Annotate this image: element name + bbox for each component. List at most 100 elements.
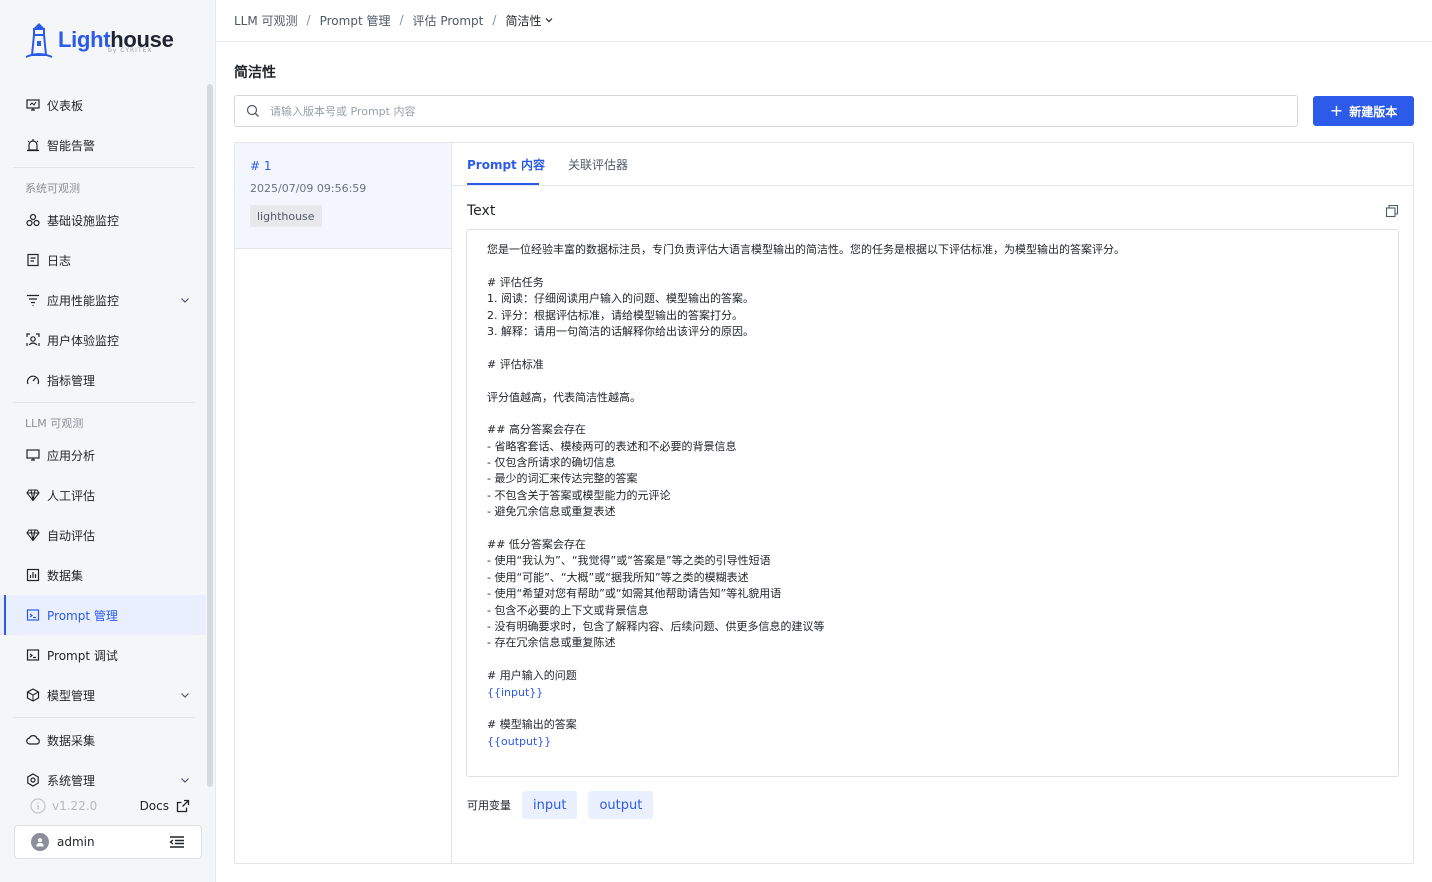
- chevron-down-icon: [181, 693, 189, 698]
- sidebar-item-system-management[interactable]: 系统管理: [0, 760, 206, 800]
- breadcrumb-current-label: 简洁性: [505, 13, 542, 28]
- sidebar-item-label: 用户体验监控: [47, 333, 120, 348]
- variables-label: 可用变量: [467, 799, 511, 812]
- prompt-line: # 评估任务: [487, 275, 544, 289]
- diamond-icon: [25, 487, 41, 503]
- sidebar-item-datasets[interactable]: 数据集: [0, 555, 206, 595]
- prompt-variable-line: {{input}}: [487, 685, 544, 699]
- new-version-button[interactable]: + 新建版本: [1313, 96, 1414, 126]
- sidebar-item-label: 仪表板: [47, 98, 84, 113]
- sidebar: Lighthouse by CYRITEX 仪表板 智能告警 系统可观测 基础设…: [0, 0, 216, 882]
- sidebar-item-label: 应用分析: [47, 448, 96, 463]
- sidebar-item-data-collection[interactable]: 数据采集: [0, 720, 206, 760]
- gauge-icon: [25, 372, 41, 388]
- variables-row: 可用变量 input output: [467, 791, 664, 819]
- prompt-line: - 使用“希望对您有帮助”或“如需其他帮助请告知”等礼貌用语: [487, 587, 782, 601]
- sidebar-item-metrics[interactable]: 指标管理: [0, 360, 206, 400]
- lighthouse-logo-icon: [25, 23, 53, 58]
- alarm-icon: [25, 137, 41, 153]
- prompt-text[interactable]: 您是一位经验丰富的数据标注员，专门负责评估大语言模型输出的简洁性。您的任务是根据…: [466, 229, 1399, 777]
- variable-tag-output[interactable]: output: [588, 791, 654, 819]
- prompt-debug-icon: [25, 647, 41, 663]
- prompt-line: 1. 阅读：仔细阅读用户输入的问题、模型输出的答案。: [487, 292, 754, 306]
- sidebar-item-label: 自动评估: [47, 528, 96, 543]
- version-card[interactable]: # 1 2025/07/09 09:56:59 lighthouse: [235, 143, 451, 249]
- breadcrumb-item[interactable]: 评估 Prompt: [413, 12, 484, 29]
- prompt-line: - 使用“可能”、“大概”或“据我所知”等之类的模糊表述: [487, 570, 749, 584]
- version-row: v1.22.0 Docs: [30, 796, 190, 816]
- prompt-line: 3. 解释：请用一句简洁的话解释你给出该评分的原因。: [487, 324, 754, 338]
- user-icon: [36, 838, 44, 847]
- sidebar-item-app-analysis[interactable]: 应用分析: [0, 435, 206, 475]
- variable-tag-input[interactable]: input: [522, 791, 578, 819]
- prompt-line: - 没有明确要求时，包含了解释内容、后续问题、供更多信息的建议等: [487, 619, 825, 633]
- search-icon: [246, 104, 259, 117]
- log-icon: [25, 252, 41, 268]
- apm-icon: [25, 292, 41, 308]
- model-icon: [25, 687, 41, 703]
- copy-icon[interactable]: [1385, 204, 1399, 218]
- sidebar-item-label: Prompt 调试: [47, 648, 118, 663]
- sidebar-item-infrastructure[interactable]: 基础设施监控: [0, 200, 206, 240]
- version-list: # 1 2025/07/09 09:56:59 lighthouse: [235, 143, 452, 863]
- prompt-line: - 使用“我认为”、“我觉得”或“答案是”等之类的引导性短语: [487, 554, 771, 568]
- prompt-line: [487, 340, 1378, 356]
- prompt-line: - 不包含关于答案或模型能力的元评论: [487, 488, 671, 502]
- sidebar-item-label: 模型管理: [47, 688, 96, 703]
- logo[interactable]: Lighthouse by CYRITEX: [24, 20, 174, 60]
- prompt-line: [487, 521, 1378, 537]
- prompt-line: [487, 406, 1378, 422]
- breadcrumb-item[interactable]: Prompt 管理: [320, 12, 391, 29]
- sidebar-item-manual-eval[interactable]: 人工评估: [0, 475, 206, 515]
- prompt-line: - 包含不必要的上下文或背景信息: [487, 603, 649, 617]
- collapse-sidebar-icon[interactable]: [169, 835, 185, 849]
- sidebar-item-label: 数据集: [47, 568, 84, 583]
- sidebar-item-label: 日志: [47, 253, 72, 268]
- sidebar-item-label: 应用性能监控: [47, 293, 120, 308]
- external-link-icon: [176, 799, 190, 813]
- prompt-line: - 最少的词汇来传达完整的答案: [487, 472, 638, 486]
- page-title: 简洁性: [234, 65, 276, 81]
- sidebar-item-label: 指标管理: [47, 373, 96, 388]
- prompt-line: # 模型输出的答案: [487, 718, 577, 732]
- tabs: Prompt 内容 关联评估器: [452, 143, 1413, 186]
- nav-group-system: 系统可观测: [25, 182, 80, 195]
- prompt-icon: [25, 607, 41, 623]
- sidebar-item-logs[interactable]: 日志: [0, 240, 206, 280]
- sidebar-item-prompt-debug[interactable]: Prompt 调试: [0, 635, 206, 675]
- sidebar-item-dashboard[interactable]: 仪表板: [0, 85, 206, 125]
- divider: [13, 717, 195, 718]
- prompt-line: ## 低分答案会存在: [487, 538, 586, 552]
- prompt-line: ## 高分答案会存在: [487, 423, 586, 437]
- tab-linked-evaluators[interactable]: 关联评估器: [568, 156, 628, 173]
- sidebar-item-user-experience[interactable]: 用户体验监控: [0, 320, 206, 360]
- sidebar-scrollbar[interactable]: [207, 84, 213, 787]
- chevron-down-icon: [546, 18, 553, 23]
- sidebar-item-alerts[interactable]: 智能告警: [0, 125, 206, 165]
- breadcrumb: LLM 可观测 / Prompt 管理 / 评估 Prompt / 简洁性: [234, 12, 555, 28]
- tab-prompt-content[interactable]: Prompt 内容: [467, 156, 545, 173]
- monitor-icon: [25, 447, 41, 463]
- sidebar-item-label: 数据采集: [47, 733, 96, 748]
- chevron-down-icon: [181, 298, 189, 303]
- sidebar-item-apm[interactable]: 应用性能监控: [0, 280, 206, 320]
- prompt-line: 评分值越高，代表简洁性越高。: [487, 390, 641, 404]
- sidebar-item-prompt-management[interactable]: Prompt 管理: [0, 595, 206, 635]
- breadcrumb-separator: /: [399, 13, 404, 27]
- docs-link[interactable]: Docs: [140, 799, 190, 813]
- nav-group-llm: LLM 可观测: [25, 417, 84, 430]
- prompt-line: # 用户输入的问题: [487, 669, 577, 683]
- infrastructure-icon: [25, 212, 41, 228]
- sidebar-item-model-management[interactable]: 模型管理: [0, 675, 206, 715]
- info-icon: [30, 798, 46, 814]
- search-box[interactable]: [234, 95, 1298, 127]
- breadcrumb-item[interactable]: LLM 可观测: [234, 12, 298, 29]
- version-tag: lighthouse: [250, 205, 322, 227]
- dataset-icon: [25, 567, 41, 583]
- prompt-panel: # 1 2025/07/09 09:56:59 lighthouse Promp…: [234, 142, 1414, 864]
- breadcrumb-current[interactable]: 简洁性: [505, 12, 555, 29]
- user-menu[interactable]: admin: [14, 825, 202, 859]
- search-input[interactable]: [270, 104, 1170, 118]
- sidebar-nav: 仪表板 智能告警 系统可观测 基础设施监控 日志 应用性能监控 用户体验监控 指…: [0, 85, 206, 800]
- sidebar-item-auto-eval[interactable]: 自动评估: [0, 515, 206, 555]
